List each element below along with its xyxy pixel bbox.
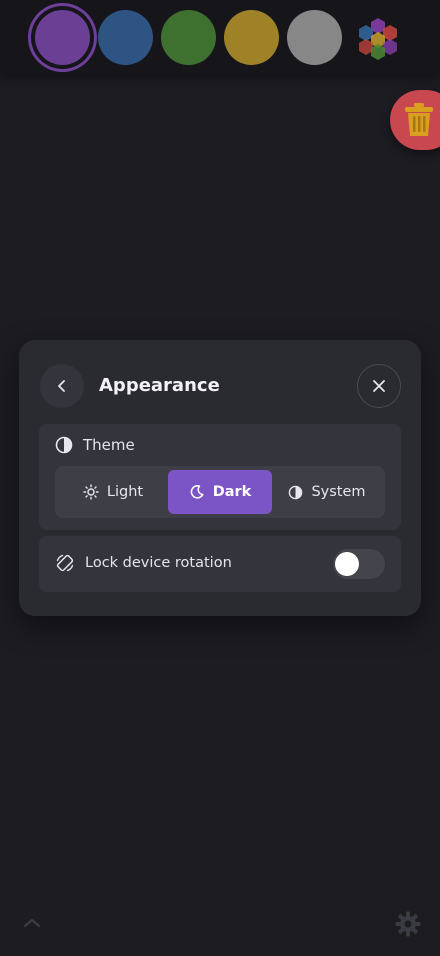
close-button[interactable] [357,364,401,408]
sun-icon [83,484,99,500]
swatch-green[interactable] [161,10,216,65]
lock-rotation-toggle[interactable] [333,549,385,579]
theme-option-system[interactable]: System [273,470,381,514]
theme-option-light[interactable]: Light [59,470,167,514]
settings-button[interactable] [394,910,422,942]
theme-label: Theme [83,436,135,454]
theme-option-dark[interactable]: Dark [168,470,272,514]
trash-icon [405,103,433,136]
half-circle-icon [289,485,303,499]
app-screen: Appearance Theme Light Dark System Lock … [0,0,440,956]
lock-rotation-card: Lock device rotation [39,536,401,592]
moon-icon [190,485,204,499]
expand-button[interactable] [22,914,42,933]
trash-button[interactable] [390,90,440,150]
half-circle-icon [55,436,73,454]
swatch-blue[interactable] [98,10,153,65]
theme-option-system-label: System [311,484,366,500]
dialog-title: Appearance [99,375,220,396]
lock-rotation-label: Lock device rotation [85,555,232,571]
swatch-purple[interactable] [35,10,90,65]
swatch-yellow[interactable] [224,10,279,65]
lock-rotation-row: Lock device rotation [55,553,232,573]
rotate-device-icon [56,554,74,572]
back-button[interactable] [40,364,84,408]
theme-option-light-label: Light [106,484,144,500]
swatch-gray[interactable] [287,10,342,65]
theme-option-dark-label: Dark [212,484,252,500]
theme-card: Theme Light Dark System [39,424,401,530]
hexagon-cluster-icon[interactable] [355,16,401,60]
appearance-dialog: Appearance Theme Light Dark System Lock … [19,340,421,616]
chevron-up-icon [23,918,41,928]
toggle-knob [335,552,359,576]
close-icon [373,380,385,392]
color-palette-bar [0,0,440,74]
chevron-left-icon [58,380,65,392]
theme-header: Theme [55,436,135,454]
gear-icon [395,911,421,937]
theme-segmented-control: Light Dark System [55,466,385,518]
